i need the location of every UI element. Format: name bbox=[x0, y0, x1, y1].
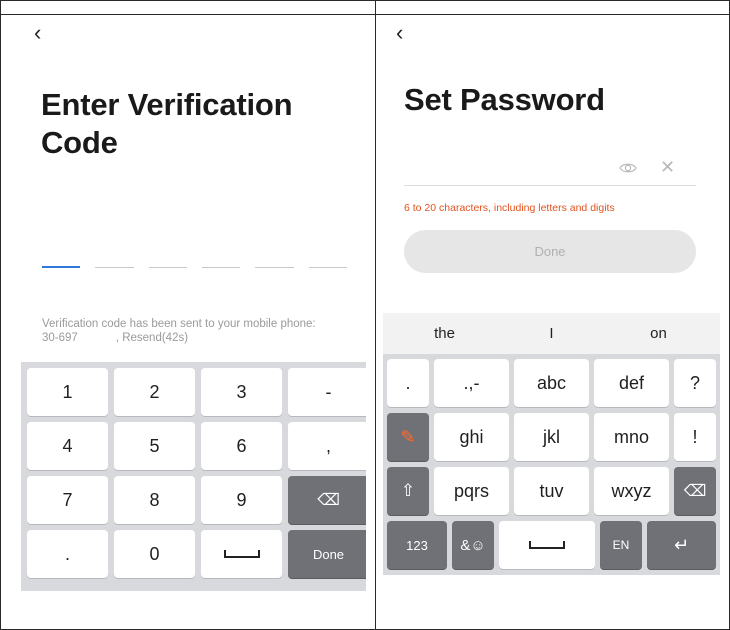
sent-info: Verification code has been sent to your … bbox=[42, 317, 316, 345]
set-password-screen: ‹ Set Password ✕ 6 to 20 characters, inc… bbox=[383, 16, 720, 630]
key-3[interactable]: 3 bbox=[201, 368, 282, 416]
phone-number: 30-697 bbox=[42, 332, 78, 344]
title-line-2: Code bbox=[41, 125, 118, 160]
space-key[interactable] bbox=[201, 530, 282, 578]
page-title: Set Password bbox=[404, 82, 605, 117]
password-hint: 6 to 20 characters, including letters an… bbox=[404, 202, 615, 214]
done-button[interactable]: Done bbox=[404, 230, 696, 273]
clear-icon[interactable]: ✕ bbox=[660, 158, 675, 176]
back-button[interactable]: ‹ bbox=[396, 21, 420, 45]
key-period[interactable]: . bbox=[387, 359, 429, 407]
backspace-icon: ⌫ bbox=[317, 492, 340, 509]
key-punct[interactable]: .,- bbox=[434, 359, 509, 407]
code-slot-3[interactable] bbox=[148, 267, 187, 268]
key-exclaim[interactable]: ! bbox=[674, 413, 716, 461]
key-0[interactable]: 0 bbox=[114, 530, 195, 578]
top-border bbox=[0, 0, 730, 15]
code-slot-1[interactable] bbox=[42, 266, 81, 268]
code-slot-5[interactable] bbox=[255, 267, 294, 268]
key-question[interactable]: ? bbox=[674, 359, 716, 407]
backspace-key[interactable]: ⌫ bbox=[288, 476, 366, 524]
verification-screen: ‹ Enter Verification Code Verification c… bbox=[21, 16, 366, 630]
key-pqrs[interactable]: pqrs bbox=[434, 467, 509, 515]
key-5[interactable]: 5 bbox=[114, 422, 195, 470]
key-9[interactable]: 9 bbox=[201, 476, 282, 524]
space-key[interactable] bbox=[499, 521, 595, 569]
key-wxyz[interactable]: wxyz bbox=[594, 467, 669, 515]
code-slot-6[interactable] bbox=[308, 267, 347, 268]
key-6[interactable]: 6 bbox=[201, 422, 282, 470]
space-icon bbox=[223, 550, 260, 558]
key-7[interactable]: 7 bbox=[27, 476, 108, 524]
key-mno[interactable]: mno bbox=[594, 413, 669, 461]
sent-info-line: Verification code has been sent to your … bbox=[42, 318, 316, 330]
backspace-icon[interactable]: ⌫ bbox=[674, 467, 716, 515]
password-input[interactable] bbox=[404, 185, 696, 186]
key-ghi[interactable]: ghi bbox=[434, 413, 509, 461]
shift-icon[interactable]: ⇧ bbox=[387, 467, 429, 515]
suggestion-2[interactable]: I bbox=[498, 325, 605, 342]
key-abc[interactable]: abc bbox=[514, 359, 589, 407]
enter-icon[interactable]: ↵ bbox=[647, 521, 716, 569]
title-line-1: Enter Verification bbox=[41, 87, 293, 122]
emoji-icon[interactable]: &☺ bbox=[452, 521, 494, 569]
code-slot-4[interactable] bbox=[201, 267, 241, 268]
space-icon bbox=[529, 541, 565, 549]
key-numeric-mode[interactable]: 123 bbox=[387, 521, 447, 569]
suggestion-1[interactable]: the bbox=[391, 325, 498, 342]
key-2[interactable]: 2 bbox=[114, 368, 195, 416]
page-title: Enter Verification Code bbox=[41, 86, 293, 162]
key-dot[interactable]: . bbox=[27, 530, 108, 578]
key-language[interactable]: EN bbox=[600, 521, 642, 569]
key-dash[interactable]: - bbox=[288, 368, 366, 416]
key-comma[interactable]: , bbox=[288, 422, 366, 470]
key-tuv[interactable]: tuv bbox=[514, 467, 589, 515]
suggestion-3[interactable]: on bbox=[605, 325, 712, 342]
pen-icon[interactable]: ✎ bbox=[387, 413, 429, 461]
code-slot-2[interactable] bbox=[95, 267, 134, 268]
back-button[interactable]: ‹ bbox=[34, 21, 58, 45]
keypad-done-key[interactable]: Done bbox=[288, 530, 366, 578]
verification-code-input[interactable] bbox=[42, 265, 347, 271]
key-def[interactable]: def bbox=[594, 359, 669, 407]
key-jkl[interactable]: jkl bbox=[514, 413, 589, 461]
key-4[interactable]: 4 bbox=[27, 422, 108, 470]
key-8[interactable]: 8 bbox=[114, 476, 195, 524]
numeric-keypad: 1 2 3 - 4 5 6 , 7 8 9 ⌫ . 0 Done bbox=[21, 362, 366, 591]
text-keyboard: the I on . .,- abc def ? ✎ ghi jkl mno !… bbox=[383, 313, 720, 575]
resend-link[interactable]: , Resend(42s) bbox=[116, 332, 188, 344]
suggestion-bar: the I on bbox=[383, 313, 720, 354]
panel-divider bbox=[375, 0, 376, 630]
key-1[interactable]: 1 bbox=[27, 368, 108, 416]
eye-icon[interactable] bbox=[619, 159, 637, 177]
